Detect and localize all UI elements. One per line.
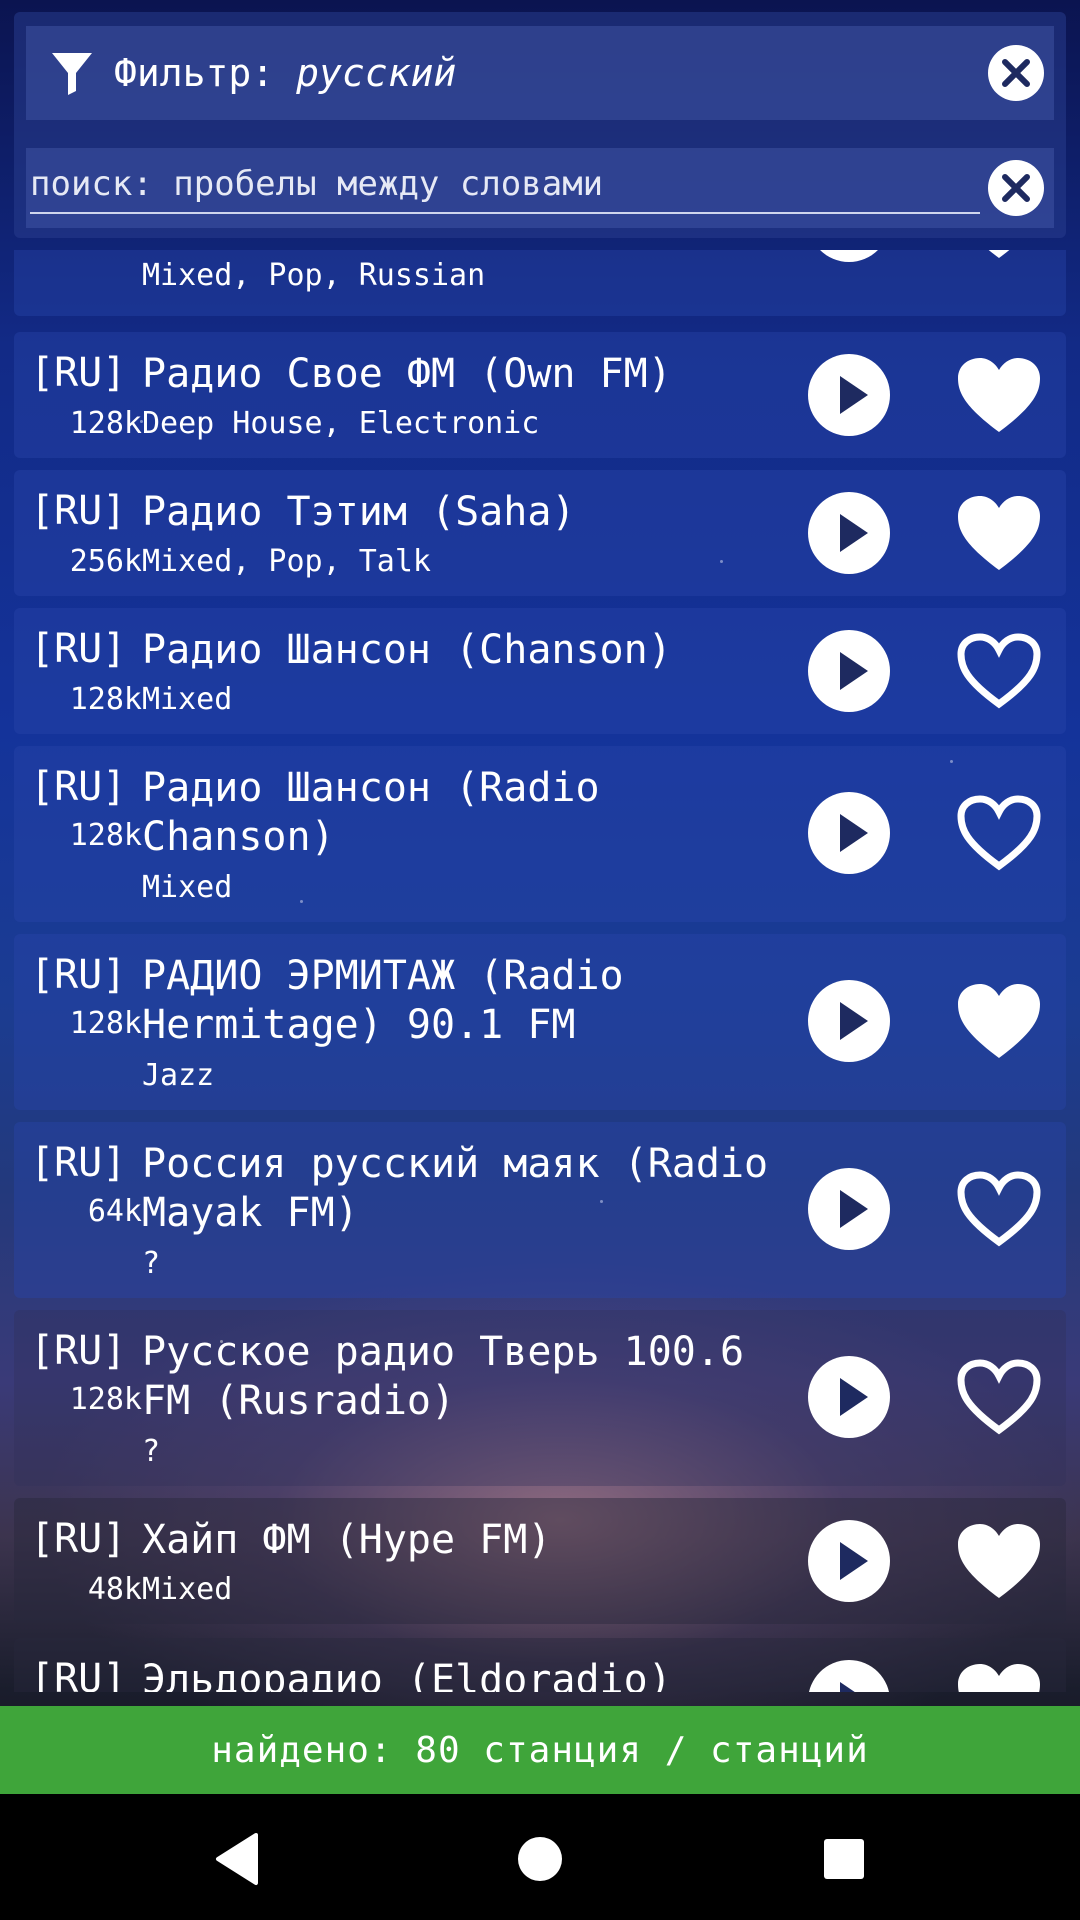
- station-genre: ?: [142, 1434, 161, 1469]
- station-row[interactable]: [RU] 128k РАДИО ЭРМИТАЖ (Radio Hermitage…: [14, 934, 1066, 1110]
- heart-outline-icon[interactable]: [954, 630, 1044, 712]
- station-row[interactable]: [RU] 128k Русское радио Тверь 100.6 FM (…: [14, 1310, 1066, 1486]
- station-genre: Mixed: [142, 870, 233, 905]
- filter-value: русский: [296, 51, 457, 95]
- station-row[interactable]: [RU] 256k Радио Тэтим (Saha) Mixed, Pop,…: [14, 470, 1066, 596]
- station-row[interactable]: [RU] 128k Радио Шансон (Radio Chanson) M…: [14, 746, 1066, 922]
- results-count-text: найдено: 80 станция / станций: [211, 1729, 869, 1771]
- close-icon: [1002, 59, 1030, 87]
- filter-label: Фильтр:: [114, 51, 275, 95]
- recents-icon[interactable]: [814, 1829, 874, 1889]
- station-genre: Deep House, Electronic: [142, 406, 540, 441]
- heart-icon[interactable]: [954, 980, 1044, 1062]
- heart-icon[interactable]: [954, 250, 1044, 262]
- heart-icon[interactable]: [954, 492, 1044, 574]
- station-country: [RU]: [30, 1328, 127, 1374]
- system-nav-bar: [0, 1794, 1080, 1920]
- back-icon[interactable]: [206, 1829, 266, 1889]
- close-icon: [1002, 174, 1030, 202]
- station-bitrate: 128k: [69, 682, 142, 717]
- filter-bar[interactable]: Фильтр: русский: [26, 26, 1054, 120]
- station-row[interactable]: [RU] 64k Россия русский маяк (Radio Maya…: [14, 1122, 1066, 1298]
- station-country: [RU]: [30, 626, 127, 672]
- station-country: [RU]: [30, 764, 127, 810]
- station-genre: ?: [142, 1246, 161, 1281]
- station-genre: Mixed, Pop, Russian: [142, 258, 486, 293]
- station-name: Россия русский маяк (Radio Mayak FM): [142, 1141, 769, 1236]
- station-bitrate: 64k: [87, 1194, 142, 1229]
- heart-icon[interactable]: [954, 354, 1044, 436]
- station-name: Радио Шансон (Chanson): [142, 627, 672, 673]
- play-button[interactable]: [808, 250, 890, 262]
- station-country: [RU]: [30, 350, 127, 396]
- station-bitrate: 256k: [69, 544, 142, 579]
- station-bitrate: 128k: [69, 818, 142, 853]
- station-country: [RU]: [30, 1140, 127, 1186]
- station-row[interactable]: [RU] 128k Радио Шансон (Chanson) Mixed: [14, 608, 1066, 734]
- heart-outline-icon[interactable]: [954, 1356, 1044, 1438]
- filter-search-panel: Фильтр: русский: [14, 12, 1066, 238]
- play-button[interactable]: [808, 1356, 890, 1438]
- station-name: Эльдорадио (Eldoradio): [142, 1657, 672, 1692]
- station-name: Радио Свое ФМ (Own FM): [142, 351, 672, 397]
- station-genre: Jazz: [142, 1058, 215, 1093]
- station-name: Радио Шансон (Radio Chanson): [142, 765, 600, 860]
- heart-icon[interactable]: [954, 1660, 1044, 1692]
- station-row[interactable]: Mixed, Pop, Russian: [14, 250, 1066, 316]
- play-button[interactable]: [808, 354, 890, 436]
- station-name: РАДИО ЭРМИТАЖ (Radio Hermitage) 90.1 FM: [142, 953, 624, 1048]
- station-genre: Mixed, Pop, Talk: [142, 544, 431, 579]
- clear-search-button[interactable]: [988, 160, 1044, 216]
- station-bitrate: 48k: [87, 1572, 142, 1607]
- station-genre: Mixed: [142, 682, 233, 717]
- home-icon[interactable]: [510, 1829, 570, 1889]
- station-country: [RU]: [30, 1516, 127, 1562]
- station-row[interactable]: [RU] 48k Хайп ФМ (Hype FM) Mixed: [14, 1498, 1066, 1624]
- station-country: [RU]: [30, 952, 127, 998]
- station-country: [RU]: [30, 488, 127, 534]
- play-button[interactable]: [808, 980, 890, 1062]
- station-row[interactable]: [RU] Эльдорадио (Eldoradio): [14, 1638, 1066, 1692]
- play-button[interactable]: [808, 792, 890, 874]
- station-list[interactable]: Mixed, Pop, Russian [RU] 128k Радио Свое…: [0, 250, 1080, 1692]
- station-bitrate: 128k: [69, 1382, 142, 1417]
- results-count-bar: найдено: 80 станция / станций: [0, 1706, 1080, 1794]
- play-button[interactable]: [808, 1660, 890, 1692]
- station-name: Хайп ФМ (Hype FM): [142, 1517, 552, 1563]
- search-input[interactable]: [30, 156, 980, 214]
- play-button[interactable]: [808, 1168, 890, 1250]
- heart-outline-icon[interactable]: [954, 1168, 1044, 1250]
- heart-outline-icon[interactable]: [954, 792, 1044, 874]
- filter-icon: [52, 53, 92, 95]
- heart-icon[interactable]: [954, 1520, 1044, 1602]
- station-bitrate: 128k: [69, 406, 142, 441]
- clear-filter-button[interactable]: [988, 45, 1044, 101]
- station-genre: Mixed: [142, 1572, 233, 1607]
- station-row[interactable]: [RU] 128k Радио Свое ФМ (Own FM) Deep Ho…: [14, 332, 1066, 458]
- station-country: [RU]: [30, 1656, 127, 1692]
- play-button[interactable]: [808, 630, 890, 712]
- station-bitrate: 128k: [69, 1006, 142, 1041]
- station-name: Радио Тэтим (Saha): [142, 489, 576, 535]
- play-button[interactable]: [808, 492, 890, 574]
- search-bar: [26, 148, 1054, 228]
- play-button[interactable]: [808, 1520, 890, 1602]
- station-name: Русское радио Тверь 100.6 FM (Rusradio): [142, 1329, 745, 1424]
